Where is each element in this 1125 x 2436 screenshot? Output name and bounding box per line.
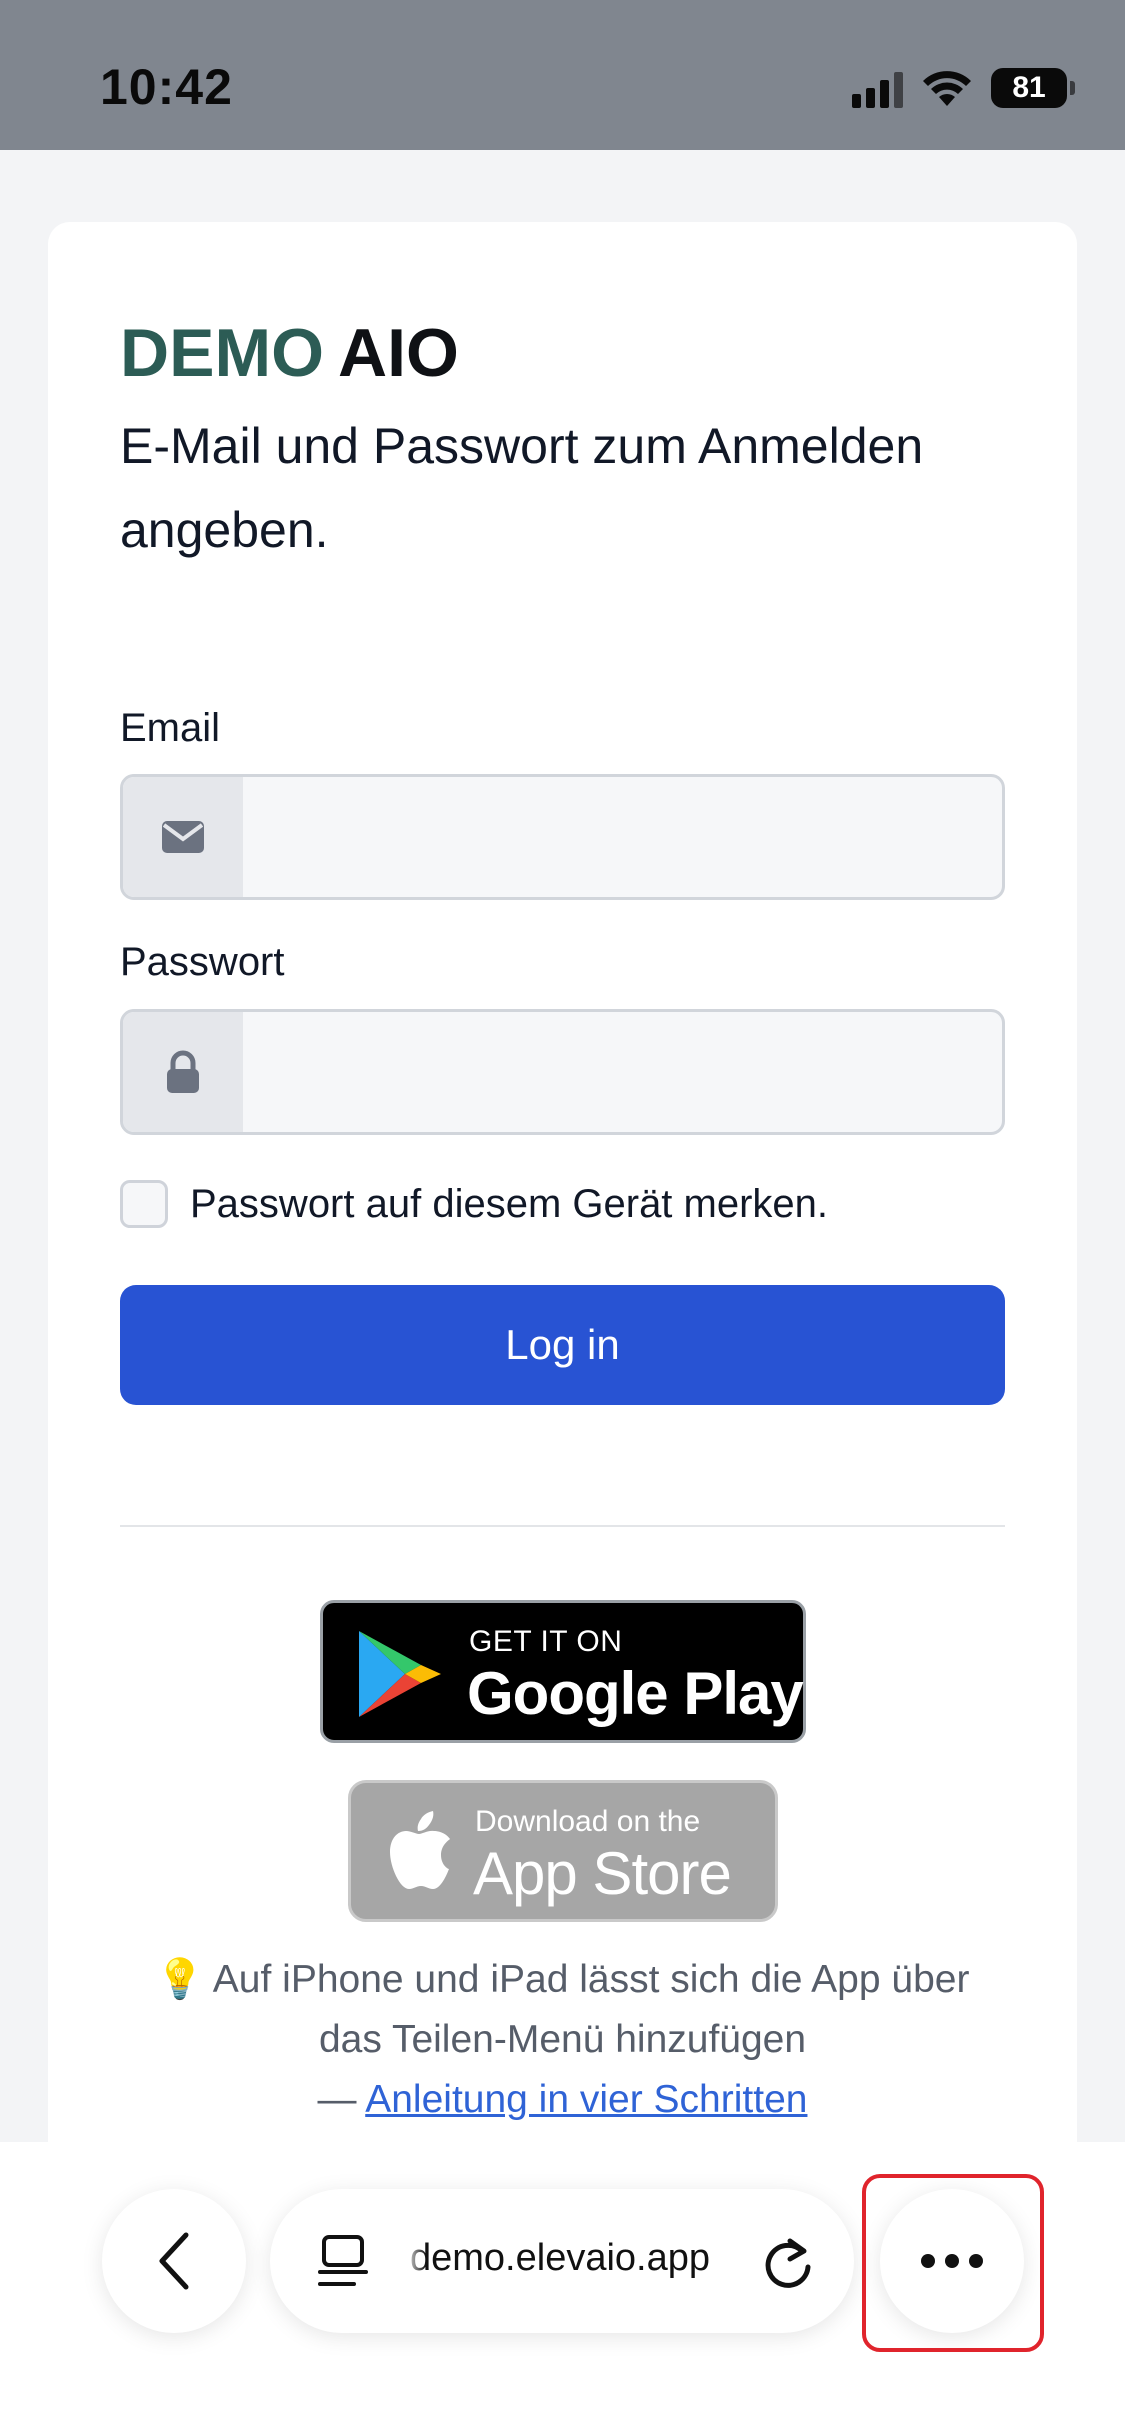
envelope-icon [123, 777, 243, 897]
battery-icon: 81 [991, 68, 1075, 108]
app-store-big: App Store [473, 1840, 732, 1907]
email-label: Email [120, 706, 221, 750]
install-hint: 💡 Auf iPhone und iPad lässt sich die App… [120, 1950, 1005, 2130]
status-bar: 10:42 81 [0, 0, 1125, 150]
instructions-link[interactable]: Anleitung in vier Schritten [365, 2078, 807, 2121]
lightbulb-icon: 💡 [155, 1958, 205, 2001]
app-store-badge[interactable]: Download on the App Store [348, 1780, 778, 1922]
wifi-icon [923, 71, 971, 106]
status-icons: 81 [852, 64, 1075, 112]
google-play-big: Google Play [467, 1660, 804, 1727]
tabs-icon [318, 2235, 368, 2286]
back-button[interactable] [102, 2189, 246, 2333]
divider [120, 1525, 1005, 1527]
url-bar[interactable]: demo.elevaio.app [270, 2189, 854, 2333]
google-play-small: GET IT ON [469, 1625, 623, 1658]
google-play-icon [359, 1631, 441, 1717]
login-card: DEMO AIO E-Mail und Passwort zum Anmelden… [48, 222, 1077, 2212]
password-input[interactable] [243, 1012, 1002, 1132]
google-play-badge[interactable]: GET IT ON Google Play [320, 1600, 806, 1743]
battery-level: 81 [1012, 71, 1046, 104]
password-label: Passwort [120, 940, 285, 984]
signal-icon [852, 68, 903, 108]
password-input-group [120, 1009, 1005, 1135]
status-time: 10:42 [100, 59, 233, 115]
brand-primary: DEMO [120, 315, 324, 391]
brand-secondary: AIO [338, 315, 459, 391]
highlight-box [862, 2174, 1044, 2352]
remember-row[interactable]: Passwort auf diesem Gerät merken. [120, 1180, 828, 1228]
app-store-small: Download on the [475, 1805, 701, 1838]
remember-label[interactable]: Passwort auf diesem Gerät merken. [190, 1182, 828, 1227]
email-input-group [120, 774, 1005, 900]
email-input[interactable] [243, 777, 1002, 897]
remember-checkbox[interactable] [120, 1180, 168, 1228]
login-subtitle: E-Mail und Passwort zum Anmelden angeben… [120, 418, 924, 558]
hint-dash: — [317, 2078, 357, 2121]
lock-icon [123, 1012, 243, 1132]
back-chevron-icon [159, 2232, 189, 2290]
reload-icon[interactable] [760, 2233, 816, 2291]
hint-text: Auf iPhone und iPad lässt sich die App ü… [212, 1958, 970, 2061]
apple-icon [390, 1811, 450, 1889]
brand-title: DEMO AIO [120, 314, 459, 392]
url-text: demo.elevaio.app [410, 2237, 710, 2279]
login-button[interactable]: Log in [120, 1285, 1005, 1405]
